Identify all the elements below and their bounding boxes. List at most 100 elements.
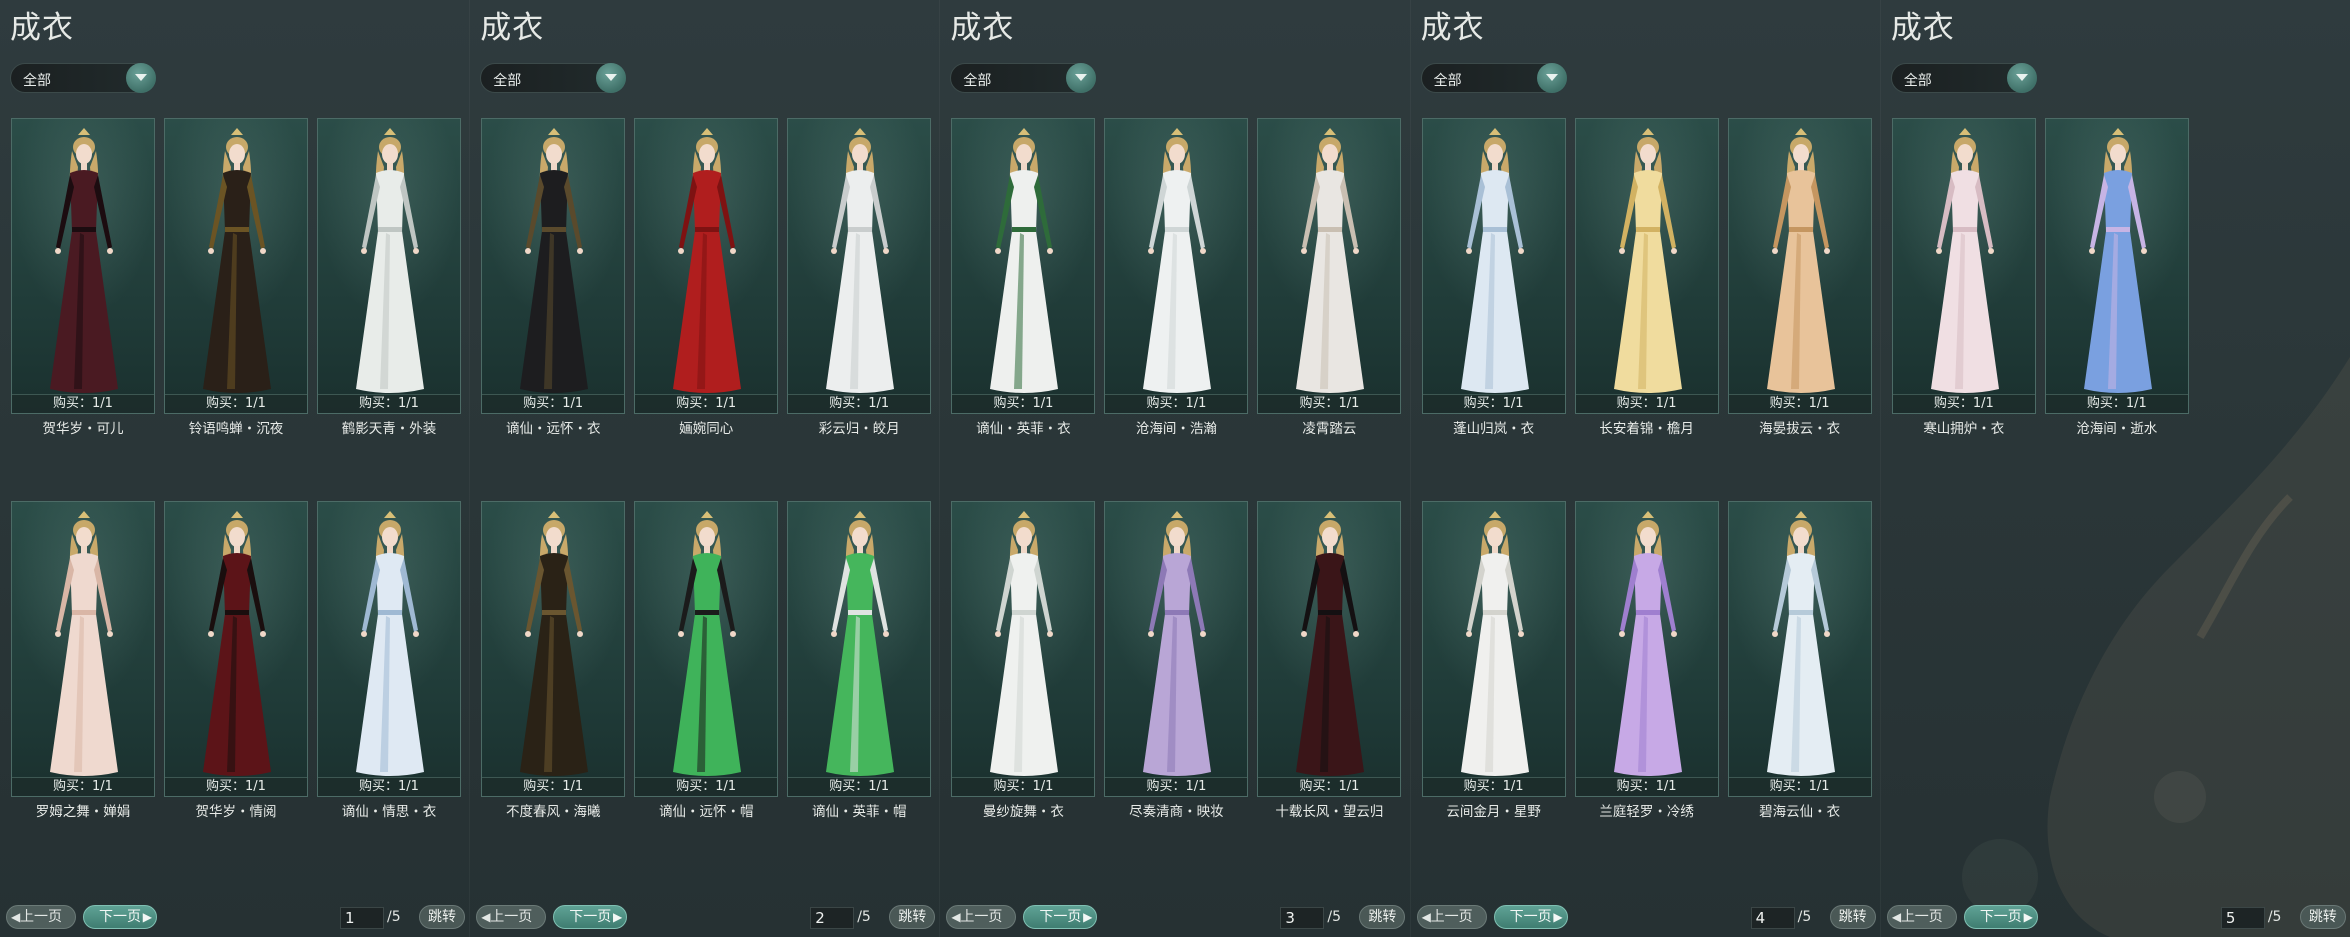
filter-selected-value: 全部 [1433,73,1462,89]
outfit-card[interactable]: 购买：1/1 [951,118,1096,414]
page-title: 成衣 [950,10,1015,46]
category-filter-dropdown[interactable]: 全部 [1420,63,1567,93]
outfit-name: 十载长风・望云归 [1275,804,1384,820]
outfit-name: 蓬山归岚・衣 [1453,421,1535,437]
purchase-limit-label: 购买：1/1 [1258,777,1401,796]
outfit-preview-image [990,128,1059,393]
outfit-preview-image [990,511,1059,776]
page-total: /5 [1327,909,1342,925]
chevron-down-icon[interactable] [1536,63,1567,93]
outfit-card[interactable]: 购买：1/1 [787,118,932,414]
outfit-name: 沧海间・浩瀚 [1135,421,1217,437]
jump-button[interactable]: 跳转 [1829,905,1876,929]
outfit-card[interactable]: 购买：1/1 [1574,501,1719,797]
outfit-preview-image [1613,128,1682,393]
outfit-card[interactable]: 购买：1/1 [481,501,626,797]
next-page-button[interactable]: 下一页 ▶ [1963,905,2038,929]
chevron-down-icon[interactable] [596,63,627,93]
page-title: 成衣 [1420,10,1485,46]
page-title: 成衣 [1890,10,1955,46]
prev-page-button[interactable]: ◀ 上一页 [1416,905,1487,929]
jump-button[interactable]: 跳转 [2299,905,2346,929]
outfit-preview-image [50,128,118,393]
outfit-panel: 成衣 全部 购买：1/1 寒山拥炉・衣 购买：1/1 沧海间・逝水 ◀ 上一页 下一页 ▶… [1879,0,2350,937]
outfit-card[interactable]: 购买：1/1 [2044,118,2189,414]
outfit-card[interactable]: 购买：1/1 [1104,501,1249,797]
outfit-card[interactable]: 购买：1/1 [634,501,779,797]
outfit-preview-image [1460,511,1529,776]
category-filter-dropdown[interactable]: 全部 [1890,63,2037,93]
outfit-panels: 成衣 全部 购买：1/1 贺华岁・可儿 购买：1/1 铃语鸣蝉・沉夜 购买：1/1 鹤影天… [0,0,2350,937]
next-page-button[interactable]: 下一页 ▶ [1493,905,1568,929]
outfit-name: 谪仙・远怀・衣 [505,421,601,437]
outfit-name: 曼纱旋舞・衣 [982,804,1064,820]
purchase-limit-label: 购买：1/1 [1892,394,2035,413]
outfit-card[interactable]: 购买：1/1 [164,501,308,797]
outfit-preview-image [50,511,118,776]
outfit-panel: 成衣 全部 购买：1/1 贺华岁・可儿 购买：1/1 铃语鸣蝉・沉夜 购买：1/1 鹤影天… [0,0,469,937]
category-filter-dropdown[interactable]: 全部 [10,63,156,93]
outfit-card[interactable]: 购买：1/1 [787,501,932,797]
outfit-name: 沧海间・逝水 [2076,421,2158,437]
outfit-name: 凌霄踏云 [1302,421,1357,437]
outfit-preview-image [356,128,424,393]
page-number-input[interactable]: 5 [2220,907,2265,929]
prev-page-button[interactable]: ◀ 上一页 [1886,905,1957,929]
outfit-card[interactable]: 购买：1/1 [1727,118,1872,414]
outfit-preview-image [1296,511,1365,776]
outfit-card[interactable]: 购买：1/1 [1727,501,1872,797]
next-page-button[interactable]: 下一页 ▶ [83,905,157,929]
page-total: /5 [857,909,871,925]
chevron-down-icon[interactable] [2006,63,2037,93]
outfit-card[interactable]: 购买：1/1 [1104,118,1249,414]
page-number-input[interactable]: 1 [340,907,384,929]
outfit-name: 尽奏清商・映妆 [1129,804,1224,820]
outfit-card[interactable]: 购买：1/1 [481,118,626,414]
purchase-limit-label: 购买：1/1 [788,777,931,796]
chevron-down-icon[interactable] [126,63,156,93]
category-filter-dropdown[interactable]: 全部 [480,63,627,93]
page-title: 成衣 [480,10,545,46]
outfit-card[interactable]: 购买：1/1 [951,501,1096,797]
prev-page-button[interactable]: ◀ 上一页 [476,905,547,929]
outfit-name: 彩云归・皎月 [818,421,900,437]
outfit-card[interactable]: 购买：1/1 [634,118,779,414]
purchase-limit-label: 购买：1/1 [952,394,1095,413]
prev-page-button[interactable]: ◀ 上一页 [6,905,76,929]
jump-button[interactable]: 跳转 [1359,905,1406,929]
jump-button[interactable]: 跳转 [419,905,465,929]
outfit-card[interactable]: 购买：1/1 [164,118,308,414]
outfit-card[interactable]: 购买：1/1 [1421,501,1566,797]
next-page-button[interactable]: 下一页 ▶ [553,905,628,929]
outfit-name: 长安着锦・檐月 [1599,421,1694,437]
outfit-card[interactable]: 购买：1/1 [1574,118,1719,414]
purchase-limit-label: 购买：1/1 [318,777,460,796]
outfit-name: 谪仙・英菲・帽 [811,804,907,820]
outfit-name: 兰庭轻罗・冷绣 [1599,804,1694,820]
outfit-name: 铃语鸣蝉・沉夜 [188,421,284,437]
outfit-preview-image [1613,511,1682,776]
prev-page-button[interactable]: ◀ 上一页 [946,905,1017,929]
page-number-input[interactable]: 3 [1280,907,1325,929]
outfit-card[interactable]: 购买：1/1 [317,501,461,797]
outfit-card[interactable]: 购买：1/1 [317,118,461,414]
outfit-preview-image [203,128,271,393]
outfit-card[interactable]: 购买：1/1 [1257,501,1402,797]
outfit-card[interactable]: 购买：1/1 [11,501,155,797]
jump-button[interactable]: 跳转 [889,905,936,929]
outfit-card[interactable]: 购买：1/1 [11,118,155,414]
page-number-input[interactable]: 4 [1750,907,1795,929]
outfit-name: 谪仙・情思・衣 [341,804,437,820]
outfit-preview-image [520,128,589,393]
page-number-input[interactable]: 2 [810,907,855,929]
purchase-limit-label: 购买：1/1 [318,394,460,413]
outfit-card[interactable]: 购买：1/1 [1891,118,2036,414]
outfit-name: 不度春风・海曦 [505,804,601,820]
outfit-card[interactable]: 购买：1/1 [1421,118,1566,414]
next-page-button[interactable]: 下一页 ▶ [1023,905,1098,929]
outfit-card[interactable]: 购买：1/1 [1257,118,1402,414]
category-filter-dropdown[interactable]: 全部 [950,63,1097,93]
outfit-name: 寒山拥炉・衣 [1923,421,2005,437]
outfit-preview-image [826,128,895,393]
chevron-down-icon[interactable] [1066,63,1097,93]
